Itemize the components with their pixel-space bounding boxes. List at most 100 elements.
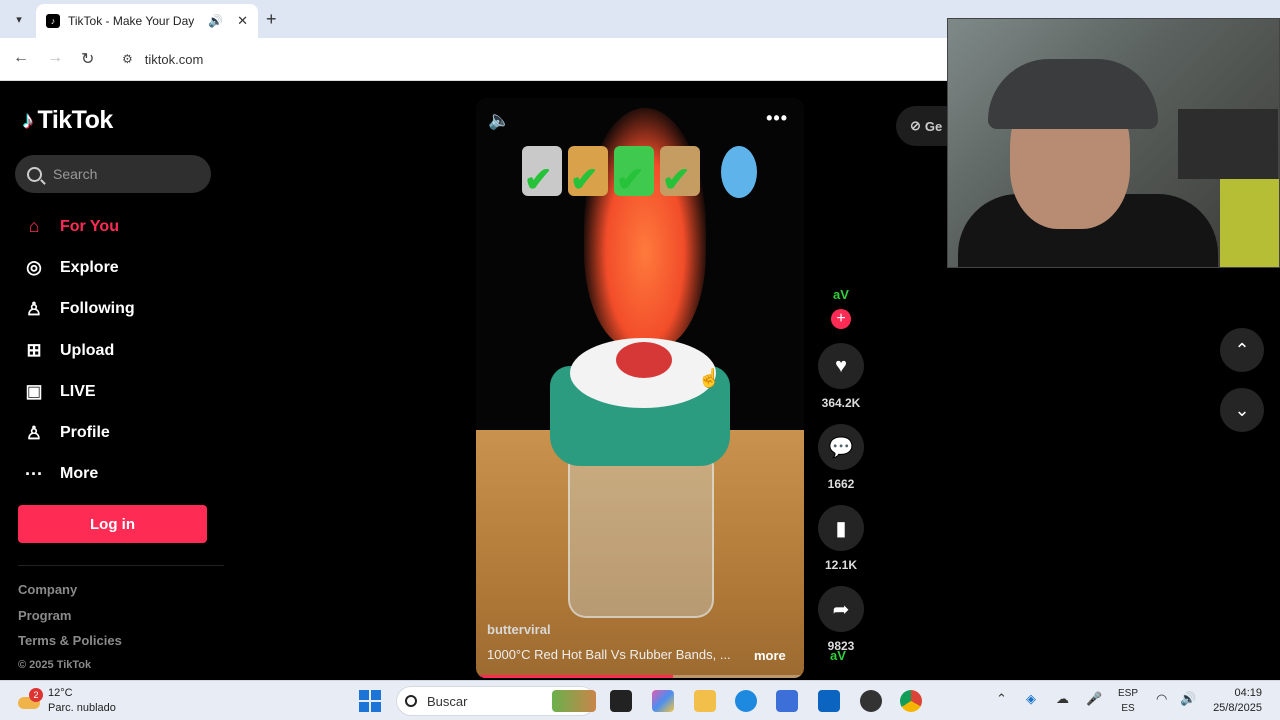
bookmark-icon[interactable]: ▮: [818, 505, 864, 551]
get-app-label: Ge: [924, 118, 943, 134]
sidebar-footer: Company Program Terms & Policies © 2025 …: [18, 582, 122, 684]
more-icon: ···: [25, 463, 43, 484]
footer-link-program[interactable]: Program: [18, 608, 122, 634]
webcam-drawer: [1220, 179, 1279, 267]
sidebar-item-label: LIVE: [60, 382, 96, 400]
volume-icon[interactable]: 🔈: [488, 110, 510, 131]
caption-more-button[interactable]: more: [754, 648, 786, 663]
task-view-icon[interactable]: [610, 690, 632, 712]
outlook-icon[interactable]: [818, 690, 840, 712]
sidebar-item-label: Following: [60, 300, 135, 318]
sidebar-item-profile[interactable]: ♙ Profile: [22, 412, 135, 453]
comment-action: 💬 1662: [818, 424, 864, 491]
edge-icon[interactable]: [735, 690, 757, 712]
following-icon: ♙: [25, 298, 43, 319]
search-highlight-icon[interactable]: [552, 690, 596, 712]
profile-icon: ♙: [25, 422, 43, 443]
sidebar-item-label: More: [60, 465, 99, 483]
follow-button[interactable]: +: [831, 309, 851, 329]
search-input[interactable]: Search: [15, 155, 211, 193]
logo-text: TikTok: [37, 106, 114, 134]
video-item-row: ✔ ✔ ✔ ✔: [522, 146, 700, 199]
windows-taskbar: 2 12°C Parc. nublado Buscar ⌃ ◈ ☁ 🎤 ESP …: [0, 680, 1280, 720]
sidebar-divider: [18, 565, 224, 566]
onedrive-tray-icon[interactable]: ☁: [1056, 691, 1069, 707]
browser-tab[interactable]: ♪ TikTok - Make Your Day 🔊 ✕: [36, 4, 258, 38]
next-video-button[interactable]: ⌄: [1220, 388, 1264, 432]
footer-link-terms[interactable]: Terms & Policies: [18, 633, 122, 659]
video-red-hot-ball: [616, 342, 672, 378]
language-code: ESP: [1118, 688, 1139, 699]
tiktok-note-icon: ♪: [22, 106, 34, 134]
like-action: ♥ 364.2K: [818, 343, 864, 410]
tab-close-icon[interactable]: ✕: [237, 13, 248, 29]
save-action: ▮ 12.1K: [818, 505, 864, 572]
file-explorer-icon[interactable]: [694, 690, 716, 712]
site-info-icon[interactable]: ⚙: [122, 52, 133, 66]
store-icon[interactable]: [776, 690, 798, 712]
tiktok-logo[interactable]: ♪ TikTok: [22, 106, 113, 135]
chrome-icon[interactable]: [900, 690, 922, 712]
reload-icon[interactable]: ↻: [81, 49, 94, 69]
back-icon[interactable]: ←: [13, 49, 29, 67]
language-indicator[interactable]: ESP ES: [1118, 686, 1138, 716]
keyboard-layout: ES: [1121, 703, 1135, 714]
sidebar-item-explore[interactable]: ◎ Explore: [22, 247, 135, 288]
video-author[interactable]: butterviral: [487, 622, 551, 637]
sidebar-item-label: Explore: [60, 258, 119, 276]
comment-icon[interactable]: 💬: [818, 424, 864, 470]
sidebar-item-live[interactable]: ▣ LIVE: [22, 371, 135, 412]
tab-title: TikTok - Make Your Day: [68, 14, 195, 28]
heart-icon[interactable]: ♥: [818, 343, 864, 389]
webcam-person-cap: [988, 59, 1158, 129]
tiktok-favicon-icon: ♪: [46, 14, 60, 28]
video-options-icon[interactable]: •••: [766, 108, 788, 129]
video-sponge-item: ✔: [660, 146, 700, 199]
sidebar-item-label: For You: [60, 217, 119, 235]
music-disc-avatar[interactable]: aV: [830, 648, 846, 663]
search-icon: [27, 166, 42, 182]
comment-count: 1662: [827, 477, 855, 491]
speaker-icon[interactable]: 🔊: [1180, 691, 1196, 707]
video-straw-item: ✔: [568, 146, 608, 199]
get-app-icon: ⊘: [910, 118, 921, 133]
tray-overflow-icon[interactable]: ⌃: [996, 691, 1007, 707]
video-progress-bar[interactable]: [476, 675, 804, 678]
save-count: 12.1K: [824, 558, 858, 572]
sidebar-item-label: Profile: [60, 424, 110, 442]
login-button[interactable]: Log in: [18, 505, 207, 543]
video-player[interactable]: ✔ ✔ ✔ ✔ 🔈 ••• ☝ butterviral 1000°C Red H…: [476, 98, 804, 678]
share-icon[interactable]: ➦: [818, 586, 864, 632]
windows-start-icon[interactable]: [359, 690, 381, 712]
url-text: tiktok.com: [144, 51, 204, 67]
forward-icon[interactable]: →: [47, 49, 63, 67]
address-bar[interactable]: ⚙ tiktok.com: [114, 44, 944, 74]
wifi-icon[interactable]: ◠: [1156, 691, 1167, 707]
obs-icon[interactable]: [860, 690, 882, 712]
video-flame: [584, 108, 706, 348]
share-action: ➦ 9823: [818, 586, 864, 653]
microphone-tray-icon[interactable]: 🎤: [1086, 691, 1102, 707]
home-icon: ⌂: [28, 216, 40, 237]
tab-search-chevron-icon[interactable]: ▾: [8, 8, 30, 30]
previous-video-button[interactable]: ⌃: [1220, 328, 1264, 372]
new-tab-button[interactable]: +: [266, 9, 277, 30]
chevron-up-icon: ⌃: [1234, 339, 1250, 360]
video-caption: 1000°C Red Hot Ball Vs Rubber Bands, ...: [487, 647, 731, 662]
sidebar-item-upload[interactable]: ⊞ Upload: [22, 330, 135, 371]
sidebar-item-following[interactable]: ♙ Following: [22, 289, 135, 330]
system-clock[interactable]: 04:19 25/8/2025: [1208, 686, 1262, 716]
sidebar-item-more[interactable]: ··· More: [22, 454, 135, 495]
copilot-icon[interactable]: [652, 690, 674, 712]
footer-link-company[interactable]: Company: [18, 582, 122, 608]
live-icon: ▣: [25, 381, 43, 402]
weather-widget[interactable]: 2 12°C Parc. nublado: [18, 686, 116, 716]
security-tray-icon[interactable]: ◈: [1026, 691, 1036, 707]
weather-desc: Parc. nublado: [48, 702, 116, 714]
video-cup-item: ✔: [522, 146, 562, 199]
avatar[interactable]: aV: [827, 284, 855, 306]
clock-date: 25/8/2025: [1213, 702, 1262, 714]
tab-audio-icon[interactable]: 🔊: [208, 14, 223, 28]
sidebar-item-for-you[interactable]: ⌂ For You: [22, 206, 135, 247]
webcam-shelf: [1178, 109, 1278, 179]
